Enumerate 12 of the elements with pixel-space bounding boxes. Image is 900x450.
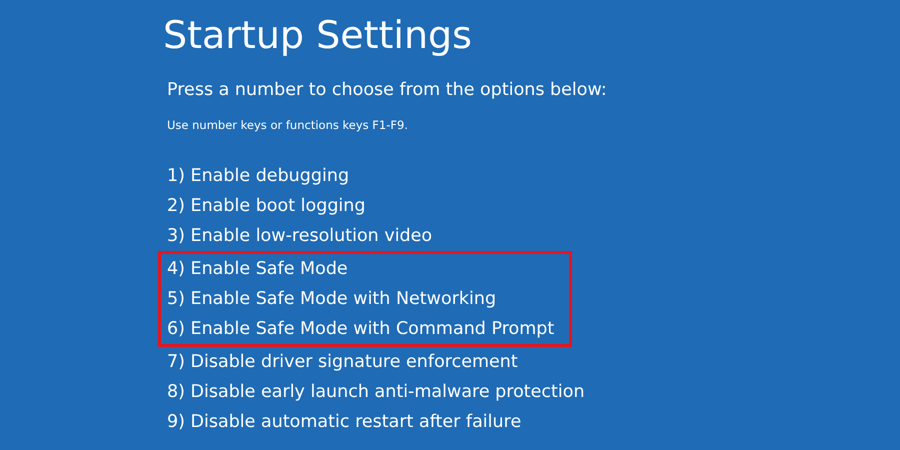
option-item[interactable]: 7) Disable driver signature enforcement — [163, 347, 518, 377]
option-item[interactable]: 3) Enable low-resolution video — [163, 221, 432, 251]
screen-title: Startup Settings — [163, 12, 473, 59]
option-item[interactable]: 5) Enable Safe Mode with Networking — [163, 284, 554, 314]
option-item[interactable]: 2) Enable boot logging — [163, 191, 366, 221]
hint-text: Use number keys or functions keys F1-F9. — [167, 117, 409, 134]
option-item[interactable]: 9) Disable automatic restart after failure — [163, 407, 522, 437]
option-item[interactable]: 1) Enable debugging — [163, 161, 350, 191]
option-item[interactable]: 6) Enable Safe Mode with Command Prompt — [163, 314, 554, 344]
option-item[interactable]: 4) Enable Safe Mode — [163, 254, 554, 284]
option-item[interactable]: 8) Disable early launch anti-malware protection — [163, 377, 585, 407]
prompt-text: Press a number to choose from the options below: — [167, 79, 608, 102]
